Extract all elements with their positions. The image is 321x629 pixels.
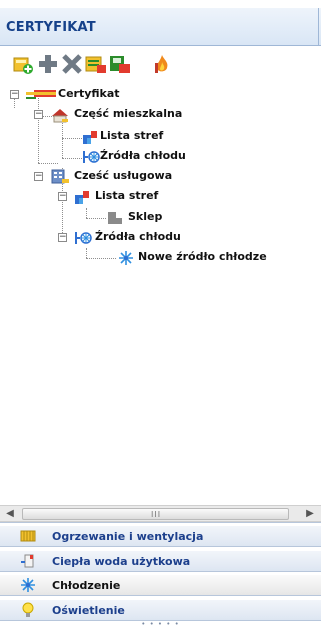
tree-label: Lista stref — [95, 189, 159, 202]
nav-label: Ogrzewanie i wentylacja — [52, 530, 204, 543]
edit-properties-icon[interactable] — [84, 53, 108, 75]
certificate-panel: CERTYFIKAT − Certyfikat − Część mieszkal… — [0, 0, 321, 628]
delete-icon[interactable] — [60, 53, 84, 75]
zones-icon — [75, 191, 89, 204]
panel-header: CERTYFIKAT — [0, 8, 321, 46]
add-icon[interactable] — [36, 53, 60, 75]
zone-icon — [108, 212, 122, 224]
module-navigation: Ogrzewanie i wentylacja Ciepła woda użyt… — [0, 522, 321, 629]
collapse-toggle[interactable]: − — [34, 110, 43, 119]
header-divider — [318, 8, 319, 46]
tree-node-residential[interactable]: − Część mieszkalna — [0, 105, 300, 123]
cooling-sources-icon — [75, 232, 92, 244]
add-item-icon[interactable] — [12, 53, 36, 75]
tree-label: Sklep — [128, 210, 163, 223]
scrollbar-thumb[interactable]: III — [22, 508, 289, 520]
certificate-tree: − Certyfikat − Część mieszkalna Lista st… — [0, 80, 321, 490]
tree-node-certyfikat[interactable]: − Certyfikat — [0, 85, 300, 103]
radiator-icon — [20, 530, 36, 542]
snowflake-icon — [119, 251, 133, 265]
snowflake-icon — [21, 578, 35, 592]
tree-label: Certyfikat — [58, 87, 120, 100]
certificate-icon — [26, 90, 56, 99]
tree-node-service[interactable]: − Cześć usługowa — [0, 167, 300, 185]
tree-node-residential-cooling[interactable]: Źródła chłodu — [0, 147, 300, 165]
nav-hot-water[interactable]: Ciepła woda użytkowa — [0, 551, 321, 572]
fire-icon[interactable] — [150, 53, 174, 75]
resize-grip[interactable]: • • • • • — [0, 620, 321, 628]
tree-node-residential-zones[interactable]: Lista stref — [0, 127, 300, 145]
tree-label: Lista stref — [100, 129, 164, 142]
nav-lighting[interactable]: Oświetlenie — [0, 600, 321, 621]
zones-icon — [83, 131, 97, 144]
collapse-toggle[interactable]: − — [58, 233, 67, 242]
collapse-toggle[interactable]: − — [10, 90, 19, 99]
save-icon[interactable] — [108, 53, 132, 75]
tree-label: Źródła chłodu — [95, 230, 181, 243]
collapse-toggle[interactable]: − — [34, 172, 43, 181]
tree-label: Cześć usługowa — [74, 169, 173, 182]
house-icon — [52, 109, 68, 123]
nav-label: Oświetlenie — [52, 604, 125, 617]
nav-cooling[interactable]: Chłodzenie — [0, 575, 321, 596]
tree-node-zone-shop[interactable]: Sklep — [0, 208, 300, 226]
tree-label: Część mieszkalna — [74, 107, 183, 120]
light-bulb-icon — [22, 602, 34, 617]
water-heater-icon — [21, 554, 34, 568]
scroll-left-icon[interactable]: ◀ — [2, 506, 18, 521]
nav-heating[interactable]: Ogrzewanie i wentylacja — [0, 526, 321, 547]
cooling-sources-icon — [83, 151, 100, 163]
tree-node-service-cooling[interactable]: − Źródła chłodu — [0, 228, 300, 246]
toolbar — [0, 50, 321, 78]
collapse-toggle[interactable]: − — [58, 192, 67, 201]
tree-node-new-cooling-source[interactable]: Nowe źródło chłodze — [0, 248, 321, 266]
nav-label: Ciepła woda użytkowa — [52, 555, 191, 568]
scroll-right-icon[interactable]: ▶ — [302, 506, 318, 521]
building-icon — [51, 169, 69, 184]
tree-label: Źródła chłodu — [100, 149, 186, 162]
tree-label: Nowe źródło chłodze — [138, 250, 267, 263]
nav-label: Chłodzenie — [52, 579, 121, 592]
scrollbar-grip: III — [151, 510, 162, 519]
panel-title: CERTYFIKAT — [6, 20, 96, 35]
tree-node-service-zones[interactable]: − Lista stref — [0, 187, 300, 205]
horizontal-scrollbar[interactable]: ◀ III ▶ — [0, 505, 321, 522]
